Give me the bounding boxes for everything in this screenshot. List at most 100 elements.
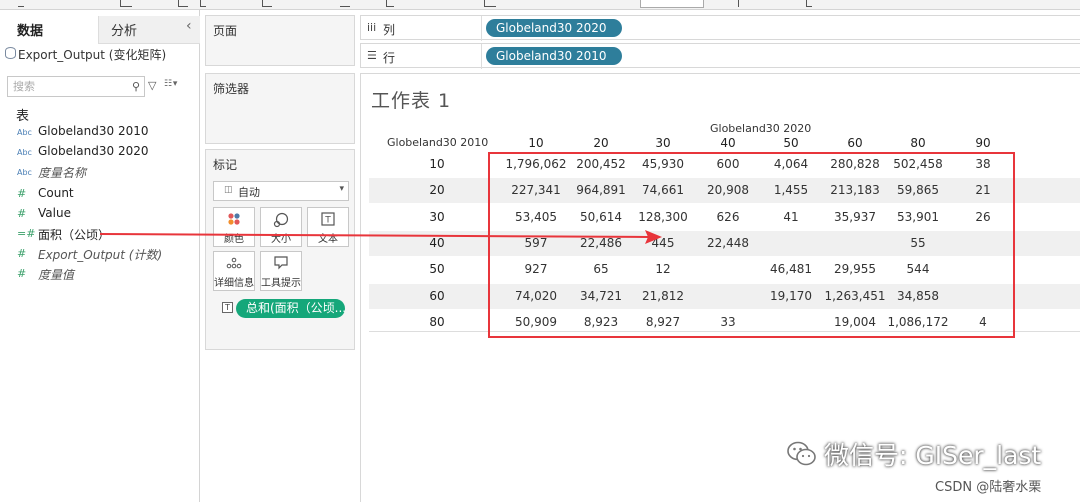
toolbar-icon[interactable]	[386, 0, 394, 7]
detail-icon	[214, 256, 254, 272]
column-header[interactable]: 90	[953, 136, 1013, 150]
collapse-pane-icon[interactable]: ‹	[186, 18, 192, 34]
column-header[interactable]: 10	[506, 136, 566, 150]
text-icon: T	[308, 212, 348, 228]
toolbar-fit-dropdown[interactable]	[640, 0, 704, 8]
number-type-icon: #	[17, 267, 27, 280]
size-icon	[261, 212, 301, 228]
row-header[interactable]: 20	[421, 183, 453, 197]
search-icon[interactable]: ⚲	[132, 80, 140, 93]
toolbar-icon[interactable]	[178, 0, 188, 7]
shelf-divider	[481, 16, 482, 41]
field-value[interactable]: # Value	[0, 206, 198, 226]
number-type-icon: #	[17, 247, 27, 260]
rows-label: 行	[383, 51, 396, 65]
view-options-icon[interactable]: ☷ ▾	[164, 79, 177, 89]
string-type-icon: Abc	[17, 148, 32, 157]
tooltip-icon	[261, 256, 301, 272]
color-label: 颜色	[224, 234, 244, 245]
column-header[interactable]: 40	[698, 136, 758, 150]
text-label: 文本	[318, 234, 338, 245]
svg-text:T: T	[324, 216, 331, 226]
field-globeland30-2020[interactable]: Abc Globeland30 2020	[0, 144, 198, 164]
number-type-icon: #	[17, 187, 27, 200]
rows-pill-globeland30-2010[interactable]: Globeland30 2010	[486, 47, 622, 65]
color-icon	[214, 212, 254, 228]
column-header[interactable]: 60	[825, 136, 885, 150]
tab-data[interactable]: 数据	[0, 16, 98, 44]
columns-label: 列	[383, 23, 396, 37]
field-label: 度量值	[38, 268, 75, 282]
column-field-header[interactable]: Globeland30 2020	[710, 122, 811, 135]
row-field-header[interactable]: Globeland30 2010	[387, 136, 488, 149]
rows-shelf[interactable]: ☰ 行 Globeland30 2010	[360, 43, 1080, 69]
columns-icon: iii	[367, 21, 377, 34]
top-toolbar	[0, 0, 1080, 10]
detail-button[interactable]: 详细信息	[213, 251, 255, 291]
row-header[interactable]: 40	[421, 236, 453, 250]
filter-icon[interactable]: ▽	[148, 79, 156, 92]
column-header[interactable]: 20	[571, 136, 631, 150]
field-measure-values[interactable]: # 度量值	[0, 266, 198, 286]
column-header[interactable]: 50	[761, 136, 821, 150]
field-area-hectares[interactable]: =# 面积（公顷）	[0, 226, 198, 246]
datasource-icon	[5, 47, 16, 59]
search-input[interactable]	[8, 77, 118, 96]
tooltip-button[interactable]: 工具提示	[260, 251, 302, 291]
tables-heading: 表	[16, 109, 30, 124]
tab-analysis[interactable]: 分析	[98, 16, 200, 44]
column-header[interactable]: 80	[888, 136, 948, 150]
field-export-output-count[interactable]: # Export_Output (计数)	[0, 246, 198, 266]
color-button[interactable]: 颜色	[213, 207, 255, 247]
column-header[interactable]: 30	[633, 136, 693, 150]
field-label: 度量名称	[38, 166, 87, 180]
chevron-down-icon: ▾	[339, 184, 344, 194]
field-label: Export_Output (计数)	[38, 248, 163, 262]
pages-shelf[interactable]: 页面	[205, 15, 355, 66]
field-label: Count	[38, 186, 74, 200]
marks-card: 标记 ◫ 自动 ▾ 颜色 大小 T 文本 详细信息 工具提示 T 总和(面积（公…	[205, 149, 355, 350]
toolbar-icon[interactable]	[200, 0, 206, 7]
search-box[interactable]: ⚲	[7, 76, 145, 97]
toolbar-icon[interactable]	[806, 0, 812, 7]
toolbar-icon[interactable]	[340, 0, 350, 7]
size-button[interactable]: 大小	[260, 207, 302, 247]
sum-area-pill[interactable]: 总和(面积（公顷...	[236, 299, 345, 318]
row-header[interactable]: 30	[421, 210, 453, 224]
text-encoding-icon: T	[222, 302, 233, 313]
field-globeland30-2010[interactable]: Abc Globeland30 2010	[0, 124, 198, 144]
field-label: Globeland30 2020	[38, 144, 149, 158]
toolbar-icon[interactable]	[738, 0, 744, 7]
pages-title: 页面	[213, 24, 238, 38]
wechat-icon	[787, 441, 816, 466]
rows-icon: ☰	[367, 49, 377, 62]
toolbar-icon[interactable]	[120, 0, 132, 7]
text-button[interactable]: T 文本	[307, 207, 349, 247]
sheet-title: 工作表 1	[371, 90, 452, 112]
csdn-credit: CSDN @陆奢水栗	[935, 480, 1042, 495]
string-type-icon: Abc	[17, 168, 32, 177]
columns-pill-globeland30-2020[interactable]: Globeland30 2020	[486, 19, 622, 37]
row-header[interactable]: 50	[421, 262, 453, 276]
calculated-number-icon: =#	[17, 227, 36, 240]
data-pane: 数据 分析 ‹ Export_Output (变化矩阵) ⚲ ▽ ☷ ▾ 表 A…	[0, 10, 200, 502]
field-count[interactable]: # Count	[0, 186, 198, 206]
datasource-name[interactable]: Export_Output (变化矩阵)	[18, 46, 166, 63]
row-header[interactable]: 10	[421, 157, 453, 171]
tooltip-label: 工具提示	[261, 278, 301, 289]
field-measure-names[interactable]: Abc 度量名称	[0, 164, 198, 184]
field-label: 面积（公顷）	[38, 228, 111, 242]
columns-shelf[interactable]: iii 列 Globeland30 2020	[360, 15, 1080, 41]
toolbar-icon[interactable]	[484, 0, 496, 7]
size-label: 大小	[271, 234, 291, 245]
toolbar-undo-icon[interactable]	[18, 0, 24, 7]
filters-shelf[interactable]: 筛选器	[205, 73, 355, 144]
filters-title: 筛选器	[213, 82, 250, 96]
row-header[interactable]: 80	[421, 315, 453, 329]
automatic-mark-icon: ◫	[224, 185, 233, 195]
shelf-divider	[481, 44, 482, 69]
toolbar-icon[interactable]	[262, 0, 272, 7]
mark-type-dropdown[interactable]: ◫ 自动 ▾	[213, 181, 349, 201]
row-header[interactable]: 60	[421, 289, 453, 303]
field-label: Globeland30 2010	[38, 124, 149, 138]
